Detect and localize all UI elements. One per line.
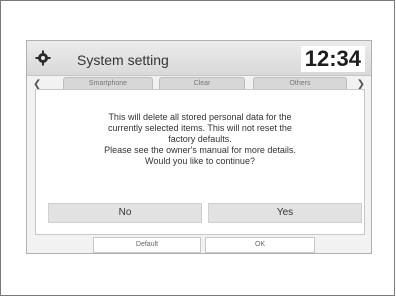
no-button[interactable]: No <box>48 203 202 223</box>
dialog-message-line: This will delete all stored personal dat… <box>108 112 292 122</box>
dialog-message-line: currently selected items. This will not … <box>108 123 292 133</box>
header-bar: System setting 12:34 <box>27 41 371 76</box>
dialog-message-line: Please see the owner's manual for more d… <box>104 145 296 155</box>
clock: 12:34 <box>300 46 365 72</box>
default-button[interactable]: Default <box>93 237 201 253</box>
system-screen: System setting 12:34 ❮ Smartphone Clear … <box>26 40 372 254</box>
bottom-button-row: Default OK <box>27 235 371 253</box>
confirm-dialog: This will delete all stored personal dat… <box>35 89 365 235</box>
tab-row: ❮ Smartphone Clear Others ❯ <box>27 75 371 90</box>
screen-title: System setting <box>77 52 169 68</box>
ok-button[interactable]: OK <box>205 237 315 253</box>
dialog-message-line: Would you like to continue? <box>145 156 255 166</box>
dialog-message-line: factory defaults. <box>168 134 232 144</box>
gear-icon <box>35 50 51 66</box>
dialog-message: This will delete all stored personal dat… <box>36 112 364 167</box>
yes-button[interactable]: Yes <box>208 203 362 223</box>
